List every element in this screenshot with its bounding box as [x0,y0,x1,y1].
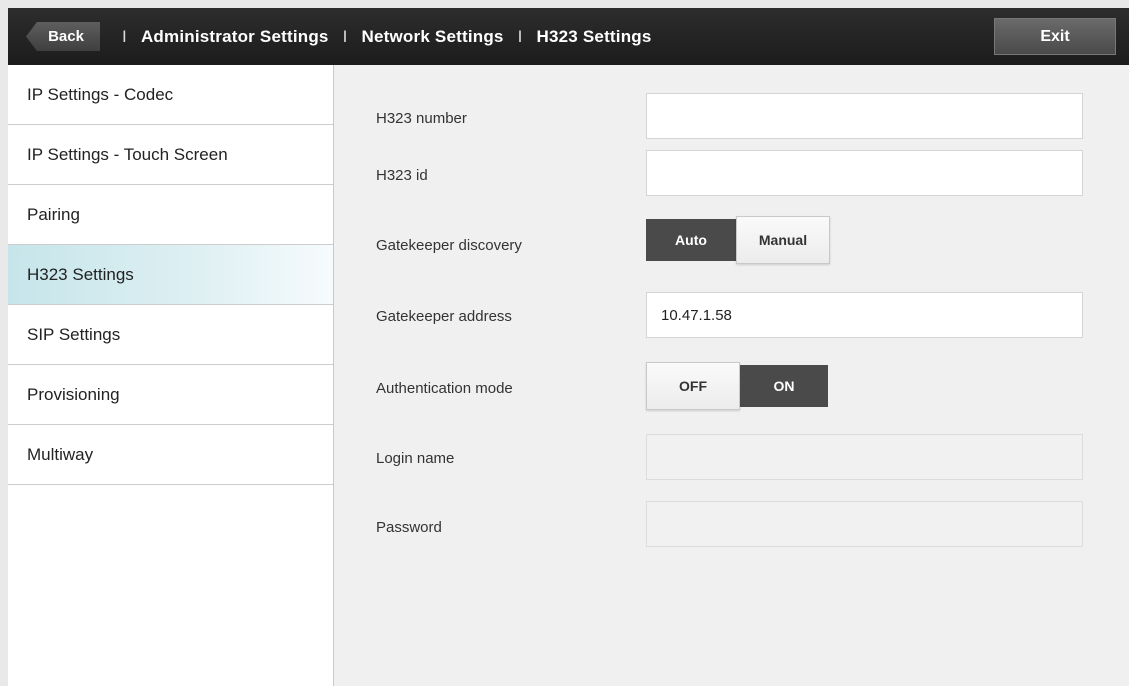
h323-settings-form: H323 number H323 id Gatekeeper discovery… [334,65,1129,686]
settings-window: Back I Administrator Settings I Network … [8,8,1129,686]
top-bar: Back I Administrator Settings I Network … [8,8,1129,65]
sidebar-item-multiway[interactable]: Multiway [8,425,333,485]
breadcrumb: I Administrator Settings I Network Setti… [108,8,652,65]
breadcrumb-h323-settings: H323 Settings [536,26,652,46]
authentication-mode-label: Authentication mode [376,380,513,397]
gatekeeper-discovery-label: Gatekeeper discovery [376,237,522,254]
breadcrumb-separator: I [517,26,523,46]
gatekeeper-discovery-toggle: Auto Manual [646,216,830,264]
exit-button[interactable]: Exit [994,18,1116,55]
sidebar-item-pairing[interactable]: Pairing [8,185,333,245]
login-name-label: Login name [376,450,455,467]
sidebar-item-h323-settings[interactable]: H323 Settings [8,245,333,305]
login-name-field[interactable] [646,434,1083,480]
password-field[interactable] [646,501,1083,547]
settings-sidebar: IP Settings - Codec IP Settings - Touch … [8,65,334,686]
gatekeeper-auto-button[interactable]: Auto [646,219,736,261]
h323-number-field[interactable] [646,93,1083,139]
h323-id-label: H323 id [376,167,428,184]
h323-id-field[interactable] [646,150,1083,196]
back-button[interactable]: Back [26,22,100,51]
gatekeeper-manual-button[interactable]: Manual [736,216,830,264]
authentication-mode-toggle: OFF ON [646,362,828,410]
breadcrumb-network-settings[interactable]: Network Settings [362,27,504,47]
gatekeeper-address-label: Gatekeeper address [376,308,512,325]
sidebar-item-ip-settings-codec[interactable]: IP Settings - Codec [8,65,333,125]
gatekeeper-address-field[interactable] [646,292,1083,338]
breadcrumb-separator: I [342,26,348,46]
authentication-off-button[interactable]: OFF [646,362,740,410]
password-label: Password [376,519,442,536]
sidebar-item-sip-settings[interactable]: SIP Settings [8,305,333,365]
h323-number-label: H323 number [376,110,467,127]
sidebar-item-provisioning[interactable]: Provisioning [8,365,333,425]
sidebar-item-ip-settings-touch-screen[interactable]: IP Settings - Touch Screen [8,125,333,185]
breadcrumb-separator: I [122,26,127,46]
authentication-on-button[interactable]: ON [740,365,828,407]
breadcrumb-administrator-settings[interactable]: Administrator Settings [141,27,329,47]
